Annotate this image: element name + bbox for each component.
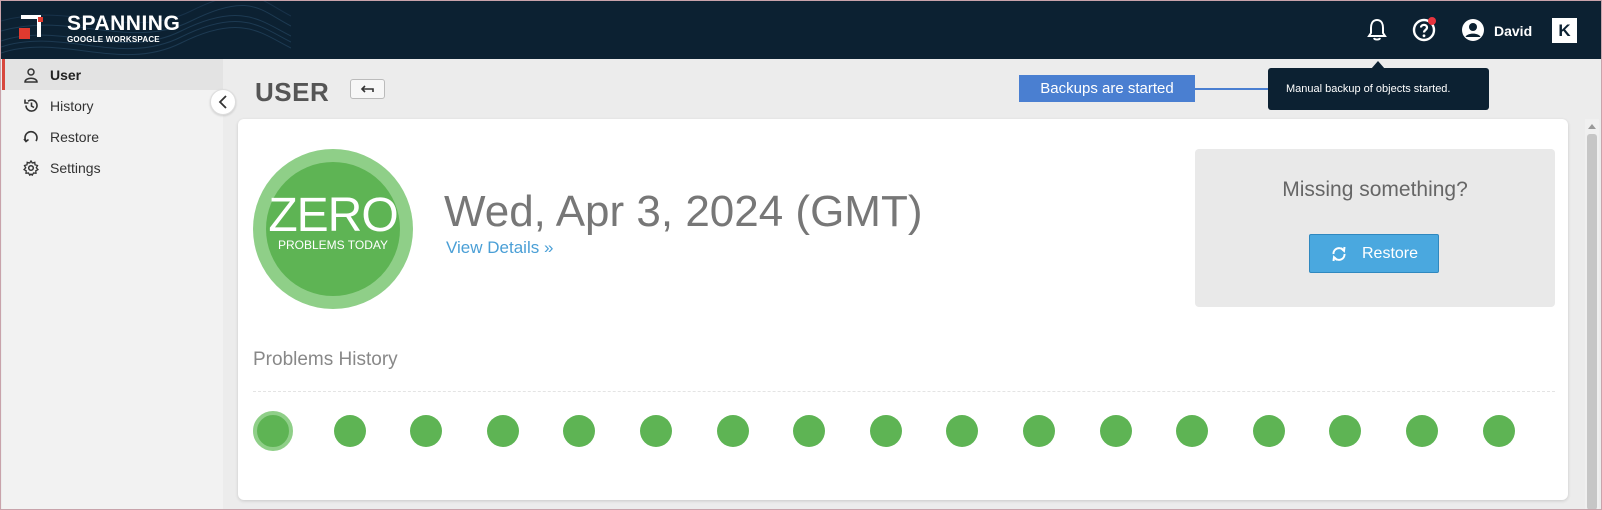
settings-icon [22, 159, 40, 177]
history-day-dot[interactable] [793, 415, 826, 447]
summary-card: ZERO PROBLEMS TODAY Wed, Apr 3, 2024 (GM… [238, 119, 1568, 500]
sidebar-item-restore[interactable]: Restore [2, 121, 223, 152]
collapse-sidebar-button[interactable] [210, 89, 236, 115]
annotation-label: Backups are started [1019, 75, 1195, 102]
history-day-dot[interactable] [1023, 415, 1055, 447]
problems-history-title: Problems History [253, 349, 398, 370]
brand-name: SPANNING [67, 12, 181, 35]
history-day-dot[interactable] [486, 415, 519, 447]
kaseya-logo-icon[interactable]: K [1552, 18, 1577, 43]
history-day-dot[interactable] [410, 415, 443, 447]
history-day-dot[interactable] [869, 415, 902, 447]
sidebar-item-label: History [50, 97, 94, 114]
missing-something-title: Missing something? [1282, 178, 1468, 201]
history-day-dot[interactable] [1482, 415, 1515, 447]
problems-today-text: PROBLEMS TODAY [277, 238, 389, 252]
scroll-up-arrow-icon[interactable] [1588, 124, 1596, 129]
restore-button-label: Restore [1361, 244, 1419, 262]
zero-problems-badge: ZERO PROBLEMS TODAY [253, 149, 413, 309]
zero-problems-inner: ZERO PROBLEMS TODAY [266, 162, 400, 296]
annotation-connector [1195, 88, 1269, 90]
sidebar-item-label: Settings [50, 159, 101, 176]
view-details-link[interactable]: View Details » [446, 238, 553, 258]
sidebar-item-user[interactable]: User [2, 59, 223, 90]
user-icon [22, 66, 40, 84]
restore-icon [22, 128, 40, 146]
sidebar-item-label: User [50, 66, 82, 83]
history-day-dot[interactable] [1329, 415, 1362, 447]
problems-history-timeline [253, 411, 1553, 455]
user-name[interactable]: David [1494, 23, 1532, 39]
vertical-scrollbar[interactable] [1585, 119, 1599, 509]
spanning-logo-icon[interactable] [17, 15, 47, 45]
history-day-dot[interactable] [333, 415, 366, 447]
history-day-dot[interactable] [563, 415, 596, 447]
missing-something-panel: Missing something? Restore [1195, 149, 1555, 307]
refresh-icon [1332, 246, 1346, 261]
sidebar-item-history[interactable]: History [2, 90, 223, 121]
history-day-dot[interactable] [1252, 415, 1285, 447]
help-icon[interactable] [1410, 16, 1438, 44]
page-title: USER [255, 77, 330, 107]
history-day-dot-selected[interactable] [253, 411, 293, 451]
back-button[interactable] [350, 79, 385, 99]
top-bar: SPANNING GOOGLE WORKSPACE David K [1, 1, 1601, 59]
history-day-dot[interactable] [1176, 415, 1209, 447]
sidebar-item-settings[interactable]: Settings [2, 152, 223, 183]
history-day-dot[interactable] [716, 415, 749, 447]
zero-count-text: ZERO [268, 189, 398, 242]
chevron-left-icon [218, 95, 227, 109]
restore-button[interactable]: Restore [1309, 234, 1439, 273]
problems-history-divider [253, 391, 1555, 392]
notification-toast: Manual backup of objects started. [1268, 68, 1489, 110]
brand-subtitle: GOOGLE WORKSPACE [67, 35, 160, 44]
history-icon [22, 97, 40, 115]
sidebar-item-label: Restore [50, 128, 100, 145]
help-notification-dot [1428, 17, 1436, 25]
current-date: Wed, Apr 3, 2024 (GMT) [444, 187, 923, 236]
history-day-dot[interactable] [1099, 415, 1132, 447]
scrollbar-thumb[interactable] [1587, 134, 1597, 509]
user-avatar-icon[interactable] [1459, 16, 1487, 44]
sidebar: User History Restore Settings [2, 59, 223, 509]
history-day-dot[interactable] [1406, 415, 1438, 447]
back-arrow-icon [360, 85, 374, 93]
history-day-dot[interactable] [640, 415, 672, 447]
history-day-dot[interactable] [946, 415, 979, 447]
notifications-bell-icon[interactable] [1363, 16, 1391, 44]
app-window: SPANNING GOOGLE WORKSPACE David K User H… [0, 0, 1602, 510]
